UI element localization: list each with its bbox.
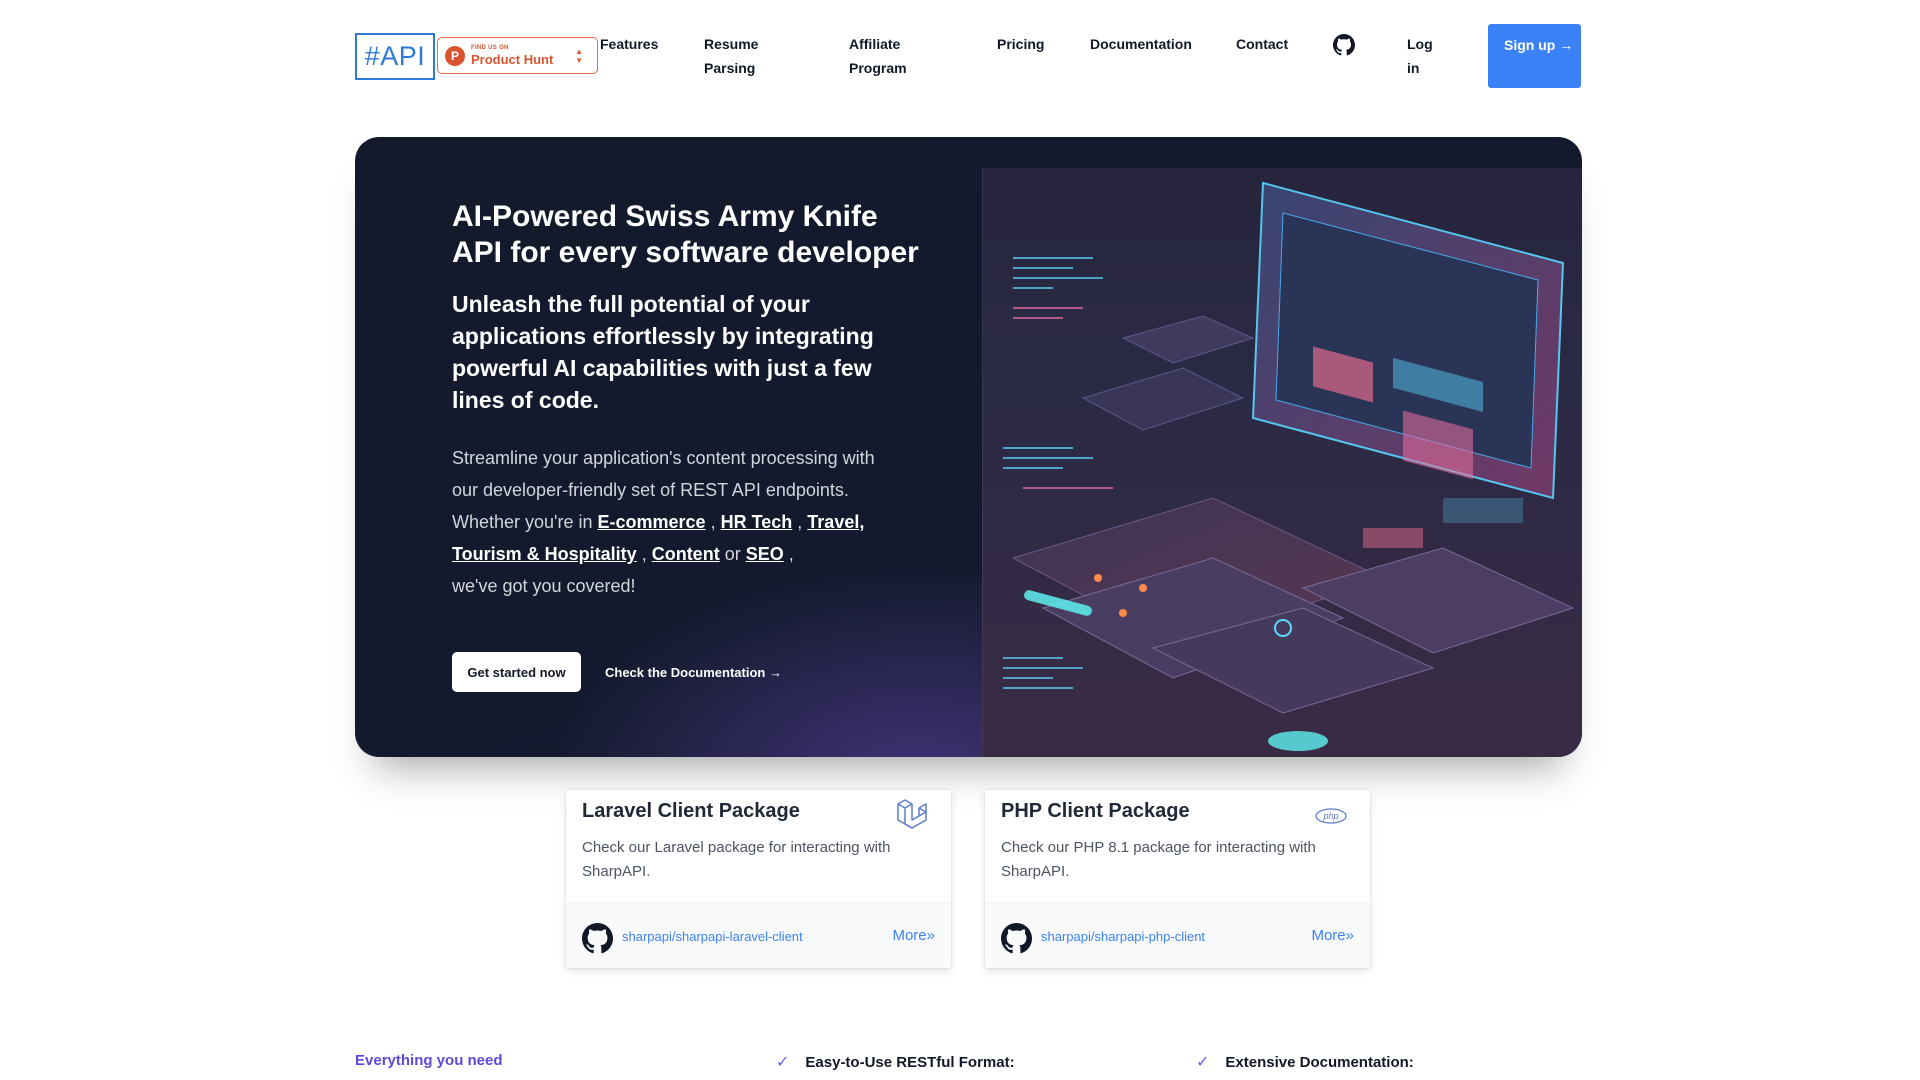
hero-illustration (982, 168, 1582, 757)
link-seo[interactable]: SEO (746, 544, 784, 564)
laravel-package-card: Laravel Client Package Check our Laravel… (566, 790, 951, 968)
github-icon (582, 923, 613, 954)
hero-section: AI-Powered Swiss Army Knife API for ever… (355, 137, 1582, 757)
nav-pricing[interactable]: Pricing (997, 32, 1044, 56)
hero-subtitle: Unleash the full potential of your appli… (452, 291, 874, 413)
signup-button[interactable]: Sign up → (1488, 24, 1581, 88)
nav-resume-parsing[interactable]: Resume Parsing (704, 32, 774, 80)
card-description: Check our Laravel package for interactin… (582, 839, 891, 880)
feature-restful: ✓ Easy-to-Use RESTful Format: (776, 1052, 1015, 1072)
hero-body-outro: we've got you covered! (452, 576, 636, 596)
features-eyebrow: Everything you need (355, 1052, 503, 1069)
php-package-card: PHP Client Package php Check our PHP 8.1… (985, 790, 1370, 968)
repo-link[interactable]: sharpapi/sharpapi-php-client (1041, 929, 1205, 944)
github-icon[interactable] (1333, 34, 1355, 56)
php-icon: php (1315, 808, 1347, 824)
hero-title: AI-Powered Swiss Army Knife API for ever… (452, 200, 919, 269)
card-title: PHP Client Package (1001, 800, 1190, 822)
feature-label: Easy-to-Use RESTful Format: (805, 1053, 1015, 1071)
hero-description: Streamline your application's content pr… (452, 448, 875, 596)
product-hunt-name: Product Hunt (471, 52, 554, 67)
upvote-icon: ▲ ▼ (575, 47, 583, 65)
laravel-icon (897, 799, 927, 829)
check-icon: ✓ (1196, 1054, 1210, 1071)
logo[interactable]: #API (355, 33, 435, 80)
card-description: Check our PHP 8.1 package for interactin… (1001, 839, 1316, 880)
get-started-button[interactable]: Get started now (452, 652, 581, 692)
login-link[interactable]: Log in (1407, 32, 1437, 80)
more-link[interactable]: More» (892, 927, 935, 944)
repo-link[interactable]: sharpapi/sharpapi-laravel-client (622, 929, 803, 944)
feature-documentation: ✓ Extensive Documentation: (1196, 1052, 1414, 1072)
link-ecommerce[interactable]: E-commerce (598, 512, 706, 532)
check-documentation-link[interactable]: Check the Documentation → (605, 652, 782, 692)
nav-documentation[interactable]: Documentation (1090, 32, 1192, 56)
check-icon: ✓ (776, 1054, 790, 1071)
link-content[interactable]: Content (652, 544, 720, 564)
nav-affiliate-program[interactable]: Affiliate Program (849, 32, 919, 80)
product-hunt-icon: P (445, 45, 465, 66)
php-icon-text: php (1322, 811, 1338, 821)
hero-body-or: or (719, 544, 746, 564)
feature-label: Extensive Documentation: (1225, 1053, 1414, 1071)
link-hr-tech[interactable]: HR Tech (721, 512, 793, 532)
product-hunt-badge[interactable]: P FIND US ON Product Hunt ▲ ▼ (437, 37, 598, 74)
card-footer: sharpapi/sharpapi-php-client More» (985, 902, 1370, 968)
github-icon (1001, 923, 1032, 954)
product-hunt-caption: FIND US ON (471, 45, 509, 51)
card-title: Laravel Client Package (582, 800, 800, 822)
nav-features[interactable]: Features (600, 32, 658, 56)
more-link[interactable]: More» (1311, 927, 1354, 944)
nav-contact[interactable]: Contact (1236, 32, 1288, 56)
card-footer: sharpapi/sharpapi-laravel-client More» (566, 902, 951, 968)
